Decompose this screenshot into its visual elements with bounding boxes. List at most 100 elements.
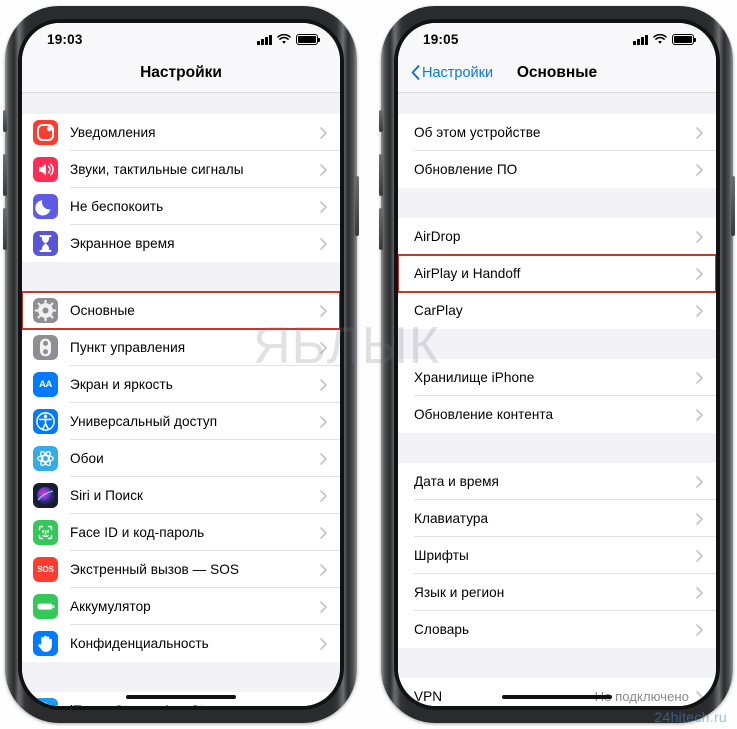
list-item[interactable]: CarPlay — [398, 292, 716, 329]
list-item-label: Конфиденциальность — [70, 636, 209, 651]
chevron-right-icon — [320, 378, 327, 391]
list-item[interactable]: Уведомления — [22, 114, 340, 151]
status-bar: 19:03 — [22, 23, 340, 53]
group-gap — [22, 662, 340, 692]
list-item[interactable]: Дата и время — [398, 463, 716, 500]
list-item[interactable]: Хранилище iPhone — [398, 359, 716, 396]
list-item[interactable]: Универсальный доступ — [22, 403, 340, 440]
group-gap — [398, 329, 716, 359]
power-button[interactable] — [731, 176, 735, 236]
volume-up-button[interactable] — [379, 154, 383, 196]
volume-down-button[interactable] — [379, 208, 383, 250]
chevron-right-icon — [696, 371, 703, 384]
list-item[interactable]: Пункт управления — [22, 329, 340, 366]
chevron-right-icon — [696, 623, 703, 636]
list-item[interactable]: Язык и регион — [398, 574, 716, 611]
settings-group: Основные Пункт управления AA Экран и яркост… — [22, 291, 340, 662]
power-button[interactable] — [355, 176, 359, 236]
list-item[interactable]: Экранное время — [22, 225, 340, 262]
battery-icon — [672, 34, 697, 45]
chevron-right-icon — [320, 415, 327, 428]
chevron-right-icon — [696, 230, 703, 243]
watermark-corner: 24hitech.ru — [654, 709, 727, 725]
chevron-right-icon — [320, 526, 327, 539]
phone-bezel: 19:03 Настройки Уведомления Звуки, тактильн… — [18, 19, 344, 710]
chevron-right-icon — [320, 237, 327, 250]
list-item[interactable]: AirPlay и Handoff — [398, 254, 716, 293]
list-item-label: Дата и время — [414, 474, 499, 489]
list-item-label: iTunes Store и App Store — [70, 703, 223, 706]
status-time: 19:05 — [423, 32, 459, 47]
list-item[interactable]: Не беспокоить — [22, 188, 340, 225]
settings-group: Уведомления Звуки, тактильные сигналы Не б… — [22, 114, 340, 262]
phone-screen: 19:05 Настройки Основные Об этом устройстве… — [398, 23, 716, 706]
siri-search-icon — [33, 483, 58, 508]
list-item[interactable]: SOS Экстренный вызов — SOS — [22, 551, 340, 588]
do-not-disturb-icon — [33, 194, 58, 219]
list-item-label: Пункт управления — [70, 340, 186, 355]
chevron-right-icon — [320, 600, 327, 613]
chevron-right-icon — [696, 512, 703, 525]
phone-bezel: 19:05 Настройки Основные Об этом устройстве… — [394, 19, 720, 710]
list-item[interactable]: Клавиатура — [398, 500, 716, 537]
list-item-label: Хранилище iPhone — [414, 370, 535, 385]
chevron-right-icon — [320, 163, 327, 176]
silent-switch[interactable] — [379, 110, 383, 132]
list-item-label: Аккумулятор — [70, 599, 151, 614]
phone-screen: 19:03 Настройки Уведомления Звуки, тактильн… — [22, 23, 340, 706]
list-item[interactable]: Аккумулятор — [22, 588, 340, 625]
group-gap — [22, 93, 340, 114]
home-indicator[interactable] — [126, 694, 236, 699]
status-icons — [633, 34, 697, 45]
list-item-label: Об этом устройстве — [414, 125, 541, 140]
settings-list: Об этом устройстве Обновление ПО AirDrop Ai… — [398, 93, 716, 706]
privacy-hand-icon — [33, 631, 58, 656]
list-item-label: Экстренный вызов — SOS — [70, 562, 239, 577]
chevron-right-icon — [320, 452, 327, 465]
volume-up-button[interactable] — [3, 154, 7, 196]
list-item-label: CarPlay — [414, 303, 463, 318]
back-button[interactable]: Настройки — [411, 65, 493, 81]
list-item-label: AirPlay и Handoff — [414, 266, 521, 281]
right-phone: 19:05 Настройки Основные Об этом устройстве… — [379, 6, 735, 723]
chevron-right-icon — [320, 341, 327, 354]
list-item[interactable]: Конфиденциальность — [22, 625, 340, 662]
list-item[interactable]: Основные — [22, 291, 340, 330]
volume-down-button[interactable] — [3, 208, 7, 250]
list-item-label: Словарь — [414, 622, 470, 637]
list-item[interactable]: AA Экран и яркость — [22, 366, 340, 403]
list-item-label: Универсальный доступ — [70, 414, 218, 429]
list-item-label: Язык и регион — [414, 585, 505, 600]
settings-group: VPNНе подключеноПрофильiOS 13 & iPadOS 1… — [398, 678, 716, 706]
list-item[interactable]: Звуки, тактильные сигналы — [22, 151, 340, 188]
list-item-label: Основные — [70, 303, 135, 318]
chevron-right-icon — [696, 267, 703, 280]
cellular-bars-icon — [257, 34, 272, 45]
list-item[interactable]: Siri и Поиск — [22, 477, 340, 514]
list-item[interactable]: Обновление контента — [398, 396, 716, 433]
sounds-icon — [33, 157, 58, 182]
settings-group: Об этом устройстве Обновление ПО — [398, 114, 716, 188]
chevron-right-icon — [320, 200, 327, 213]
display-brightness-icon: AA — [33, 372, 58, 397]
home-indicator[interactable] — [502, 694, 612, 699]
chevron-right-icon — [696, 475, 703, 488]
list-item-label: Шрифты — [414, 548, 469, 563]
group-gap — [398, 433, 716, 463]
list-item-label: AirDrop — [414, 229, 461, 244]
list-item[interactable]: VPN Не подключено — [398, 678, 716, 706]
list-item[interactable]: Об этом устройстве — [398, 114, 716, 151]
list-item[interactable]: Шрифты — [398, 537, 716, 574]
list-item-label: Face ID и код-пароль — [70, 525, 205, 540]
list-item[interactable]: AirDrop — [398, 218, 716, 255]
list-item[interactable]: Обои — [22, 440, 340, 477]
silent-switch[interactable] — [3, 110, 7, 132]
sos-icon: SOS — [33, 557, 58, 582]
list-item[interactable]: Обновление ПО — [398, 151, 716, 188]
group-gap — [398, 188, 716, 218]
screenshot-stage: 19:03 Настройки Уведомления Звуки, тактильн… — [0, 0, 737, 729]
list-item[interactable]: Словарь — [398, 611, 716, 648]
face-id-icon — [33, 520, 58, 545]
list-item[interactable]: Face ID и код-пароль — [22, 514, 340, 551]
general-gear-icon — [33, 298, 58, 323]
